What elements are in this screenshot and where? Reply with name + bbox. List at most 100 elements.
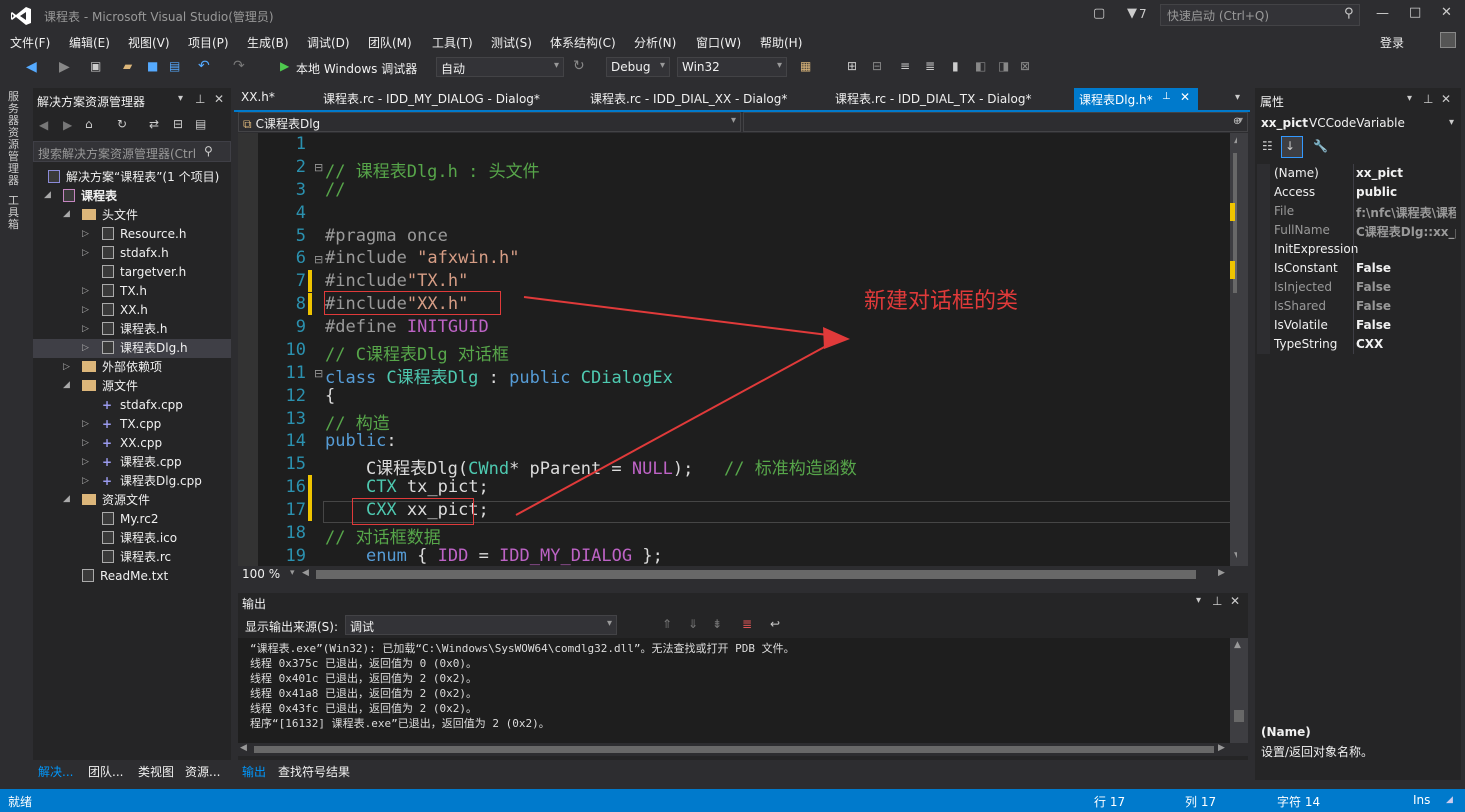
project-node[interactable]: 课程表 [63, 187, 117, 206]
minimize-icon[interactable]: — [1376, 6, 1389, 21]
file-stdafx-cpp[interactable]: + stdafx.cpp [102, 396, 183, 415]
output-hscroll[interactable]: ◀ ▶ [238, 743, 1248, 756]
panel-dropdown-icon[interactable]: ▾ [178, 93, 183, 104]
code-editor[interactable]: 1 2 3 4 5 6 7 8 9 10 11 12 13 14 15 16 1… [238, 133, 1248, 566]
menu-file[interactable]: 文件(F) [10, 34, 50, 51]
class-navigation-select[interactable]: ⧉ C课程表Dlg [238, 112, 741, 132]
auto-select[interactable]: 自动 [436, 57, 564, 77]
member-navigation-select[interactable] [743, 112, 1248, 132]
resource-files-folder[interactable]: 资源文件 [82, 491, 150, 510]
clear-all-icon[interactable]: ≣ [742, 617, 752, 631]
panel-close-icon[interactable]: ✕ [1441, 92, 1451, 106]
file-xx-cpp[interactable]: + XX.cpp [102, 434, 162, 453]
sync-icon[interactable]: ↻ [117, 117, 127, 131]
tab-find-symbol-results[interactable]: 查找符号结果 [278, 763, 350, 780]
file-stdafx-h[interactable]: stdafx.h [102, 244, 169, 263]
split-editor-icon[interactable]: ⊕ [1233, 116, 1241, 127]
zoom-dropdown-icon[interactable]: ▾ [290, 568, 295, 578]
external-dependencies-node[interactable]: 外部依赖项 [82, 358, 162, 377]
tab-team-explorer[interactable]: 团队... [88, 763, 123, 780]
open-file-icon[interactable]: ▰ [123, 59, 132, 73]
refresh-icon[interactable]: ↻ [573, 58, 585, 74]
configuration-select[interactable]: Debug [606, 57, 670, 77]
output-text-area[interactable]: “课程表.exe”(Win32): 已加载“C:\Windows\SysWOW6… [238, 638, 1248, 756]
platform-select[interactable]: Win32 [677, 57, 787, 77]
prev-bookmark-icon[interactable]: ◧ [975, 59, 986, 73]
find-message-icon[interactable]: ⇟ [712, 617, 722, 631]
menu-window[interactable]: 窗口(W) [696, 34, 741, 51]
refresh-tree-icon[interactable]: ⇄ [149, 117, 159, 131]
panel-close-icon[interactable]: ✕ [1230, 594, 1240, 608]
toolbar-icon-a[interactable]: ⊞ [847, 59, 857, 73]
resize-grip-icon[interactable]: ◢ [1446, 795, 1453, 805]
goto-next-icon[interactable]: ⇓ [688, 617, 698, 631]
output-vscroll[interactable]: ▲ ▼ [1230, 638, 1248, 756]
file-kechengbiao-ico[interactable]: 课程表.ico [102, 529, 177, 548]
file-targetver-h[interactable]: targetver.h [102, 263, 186, 282]
maximize-icon[interactable]: □ [1409, 5, 1421, 20]
toolbar-icon-b[interactable]: ⊟ [872, 59, 882, 73]
next-bookmark-icon[interactable]: ◨ [998, 59, 1009, 73]
file-kechengbiaodlg-h[interactable]: 课程表Dlg.h [102, 339, 188, 358]
property-row[interactable]: IsVolatile False [1270, 316, 1456, 335]
se-forward-icon[interactable]: ▶ [63, 118, 72, 132]
pin-icon[interactable]: ⊥ [1212, 594, 1222, 608]
menu-architecture[interactable]: 体系结构(C) [550, 34, 616, 51]
new-project-icon[interactable]: ▣ [90, 59, 101, 73]
back-icon[interactable]: ◀ [26, 59, 37, 75]
tab-class-view[interactable]: 类视图 [138, 763, 174, 780]
tab-dial-xx[interactable]: 课程表.rc - IDD_DIAL_XX - Dialog* [590, 90, 787, 110]
property-row[interactable]: FullNameC课程表Dlg::xx_pi [1270, 221, 1456, 240]
property-row[interactable]: File f:\nfc\课程表\课程 [1270, 202, 1456, 221]
file-kechengbiao-cpp[interactable]: + 课程表.cpp [102, 453, 182, 472]
tab-overflow-icon[interactable]: ▾ [1235, 92, 1240, 103]
tab-dial-tx[interactable]: 课程表.rc - IDD_DIAL_TX - Dialog* [835, 90, 1031, 110]
menu-project[interactable]: 项目(P) [188, 34, 229, 51]
notification-flag-icon[interactable]: ▼ [1127, 6, 1137, 21]
account-avatar-icon[interactable] [1440, 32, 1456, 48]
hscroll-thumb[interactable] [316, 570, 1196, 579]
zoom-select[interactable]: 100 % [242, 567, 280, 581]
file-kechengbiao-h[interactable]: 课程表.h [102, 320, 167, 339]
file-kechengbiao-rc[interactable]: 课程表.rc [102, 548, 171, 567]
tab-solution-explorer[interactable]: 解决... [38, 763, 73, 780]
menu-edit[interactable]: 编辑(E) [69, 34, 110, 51]
forward-icon[interactable]: ▶ [59, 59, 70, 75]
menu-team[interactable]: 团队(M) [368, 34, 412, 51]
property-row[interactable]: Access public [1270, 183, 1456, 202]
show-all-files-icon[interactable]: ▤ [195, 117, 206, 131]
menu-analyze[interactable]: 分析(N) [634, 34, 676, 51]
tab-active-kechengbiaodlg-h[interactable]: 课程表Dlg.h* ⊥ ✕ [1074, 88, 1198, 110]
tab-resource-view[interactable]: 资源... [185, 763, 220, 780]
property-pages-icon[interactable]: 🔧 [1313, 139, 1328, 153]
property-row[interactable]: IsInjected False [1270, 278, 1456, 297]
menu-tools[interactable]: 工具(T) [432, 34, 473, 51]
file-readme-txt[interactable]: ReadMe.txt [82, 567, 168, 586]
close-icon[interactable]: ✕ [1441, 5, 1452, 20]
bookmark-icon[interactable]: ▮ [952, 59, 959, 73]
goto-prev-icon[interactable]: ⇑ [662, 617, 672, 631]
tab-my-dialog[interactable]: 课程表.rc - IDD_MY_DIALOG - Dialog* [323, 90, 540, 110]
panel-dropdown-icon[interactable]: ▾ [1196, 595, 1201, 606]
clear-bookmarks-icon[interactable]: ⊠ [1020, 59, 1030, 73]
menu-view[interactable]: 视图(V) [128, 34, 170, 51]
file-kechengbiaodlg-cpp[interactable]: + 课程表Dlg.cpp [102, 472, 202, 491]
file-tx-h[interactable]: TX.h [102, 282, 147, 301]
property-row[interactable]: InitExpression [1270, 240, 1456, 259]
alphabetical-icon[interactable]: ↓ [1281, 136, 1303, 158]
server-explorer-tab[interactable]: 服务器资源管理器 [8, 91, 20, 187]
tab-xx-h[interactable]: XX.h* [241, 90, 275, 110]
output-source-select[interactable]: 调试 [345, 615, 617, 635]
solution-search-input[interactable]: 搜索解决方案资源管理器(Ctrl ⚲ [33, 141, 231, 162]
file-my-rc2[interactable]: My.rc2 [102, 510, 158, 529]
categorized-icon[interactable]: ☷ [1262, 139, 1273, 153]
find-in-files-icon[interactable]: ▦ [800, 59, 811, 73]
property-row[interactable]: (Name) xx_pict [1270, 164, 1456, 183]
source-files-folder[interactable]: 源文件 [82, 377, 138, 396]
quick-launch-input[interactable]: 快速启动 (Ctrl+Q) [1160, 4, 1360, 26]
word-wrap-icon[interactable]: ↩ [770, 617, 780, 631]
pin-icon[interactable]: ⊥ [195, 92, 205, 106]
property-row[interactable]: IsConstant False [1270, 259, 1456, 278]
debugger-select[interactable]: 本地 Windows 调试器 [296, 60, 417, 77]
menu-help[interactable]: 帮助(H) [760, 34, 802, 51]
